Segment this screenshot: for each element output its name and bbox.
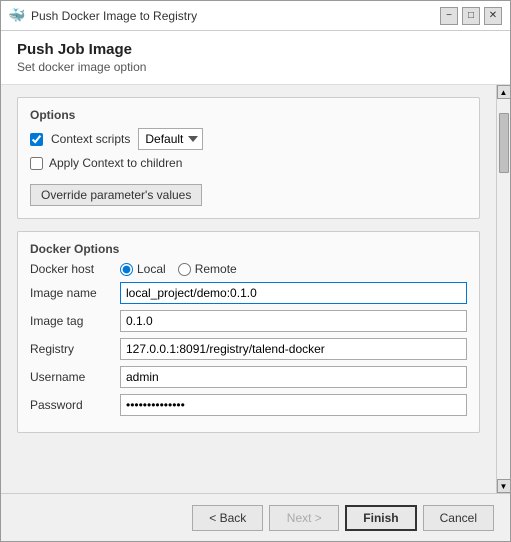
context-dropdown[interactable]: Default xyxy=(138,128,203,150)
context-scripts-checkbox[interactable] xyxy=(30,133,43,146)
username-input[interactable] xyxy=(120,366,467,388)
registry-row: Registry xyxy=(30,338,467,360)
options-section: Options Context scripts Default Apply Co… xyxy=(17,97,480,219)
apply-context-row: Apply Context to children xyxy=(30,156,467,170)
local-label[interactable]: Local xyxy=(137,262,166,276)
docker-host-row: Docker host Local Remote xyxy=(30,262,467,276)
image-tag-input[interactable] xyxy=(120,310,467,332)
finish-button[interactable]: Finish xyxy=(345,505,416,531)
next-button[interactable]: Next > xyxy=(269,505,339,531)
local-radio-item: Local xyxy=(120,262,166,276)
password-row: Password xyxy=(30,394,467,416)
header: Push Job Image Set docker image option xyxy=(1,31,510,85)
username-value xyxy=(120,366,467,388)
registry-input[interactable] xyxy=(120,338,467,360)
maximize-button[interactable]: □ xyxy=(462,7,480,25)
username-row: Username xyxy=(30,366,467,388)
apply-context-label[interactable]: Apply Context to children xyxy=(49,156,182,170)
docker-host-label: Docker host xyxy=(30,262,120,276)
apply-context-checkbox[interactable] xyxy=(30,157,43,170)
title-bar: 🐳 Push Docker Image to Registry − □ ✕ xyxy=(1,1,510,31)
content-area: Options Context scripts Default Apply Co… xyxy=(1,85,510,493)
image-name-row: Image name xyxy=(30,282,467,304)
cancel-button[interactable]: Cancel xyxy=(423,505,494,531)
scrollbar-track: ▲ ▼ xyxy=(496,85,510,493)
password-value xyxy=(120,394,467,416)
image-tag-row: Image tag xyxy=(30,310,467,332)
scrollbar-down-arrow[interactable]: ▼ xyxy=(497,479,511,493)
context-scripts-label[interactable]: Context scripts xyxy=(51,132,130,146)
image-name-input[interactable] xyxy=(120,282,467,304)
remote-radio-item: Remote xyxy=(178,262,237,276)
local-radio[interactable] xyxy=(120,263,133,276)
docker-section: Docker Options Docker host Local Remote xyxy=(17,231,480,433)
password-input[interactable] xyxy=(120,394,467,416)
window-icon: 🐳 xyxy=(9,8,25,24)
remote-label[interactable]: Remote xyxy=(195,262,237,276)
page-subtitle: Set docker image option xyxy=(17,60,494,74)
registry-value xyxy=(120,338,467,360)
password-label: Password xyxy=(30,398,120,412)
image-tag-value xyxy=(120,310,467,332)
title-bar-controls: − □ ✕ xyxy=(440,7,502,25)
docker-host-value: Local Remote xyxy=(120,262,467,276)
scrollbar-up-arrow[interactable]: ▲ xyxy=(497,85,511,99)
window: 🐳 Push Docker Image to Registry − □ ✕ Pu… xyxy=(0,0,511,542)
remote-radio[interactable] xyxy=(178,263,191,276)
image-name-label: Image name xyxy=(30,286,120,300)
image-name-value xyxy=(120,282,467,304)
page-title: Push Job Image xyxy=(17,41,494,58)
docker-options-label: Docker Options xyxy=(30,242,467,256)
window-title: Push Docker Image to Registry xyxy=(31,9,440,23)
override-button[interactable]: Override parameter's values xyxy=(30,184,202,206)
image-tag-label: Image tag xyxy=(30,314,120,328)
close-button[interactable]: ✕ xyxy=(484,7,502,25)
username-label: Username xyxy=(30,370,120,384)
scrollbar-thumb[interactable] xyxy=(499,113,509,173)
options-label: Options xyxy=(30,108,467,122)
minimize-button[interactable]: − xyxy=(440,7,458,25)
footer: < Back Next > Finish Cancel xyxy=(1,493,510,541)
main-content: Options Context scripts Default Apply Co… xyxy=(1,85,496,493)
context-scripts-row: Context scripts Default xyxy=(30,128,467,150)
back-button[interactable]: < Back xyxy=(192,505,263,531)
registry-label: Registry xyxy=(30,342,120,356)
